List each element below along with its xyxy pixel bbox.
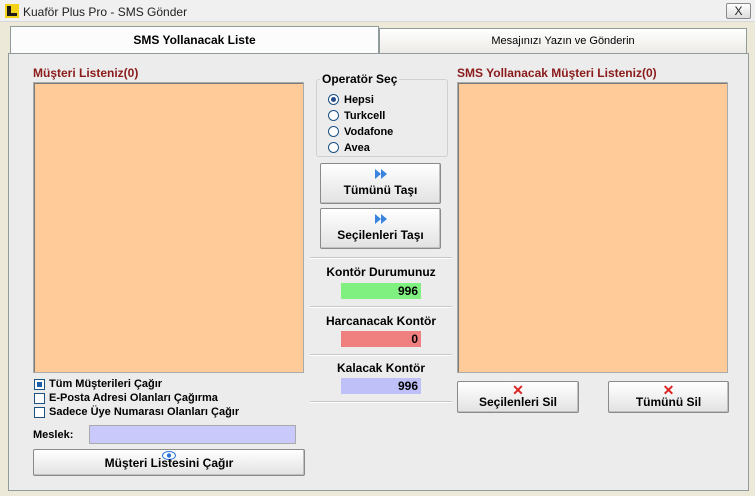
radio-hepsi[interactable]: [328, 94, 339, 105]
divider: [310, 257, 452, 259]
checkbox-exclude-email[interactable]: [34, 393, 45, 404]
radio-hepsi-label: Hepsi: [344, 94, 374, 106]
credit-remaining-label: Kalacak Kontör: [336, 361, 426, 375]
credit-status-value: 996: [341, 283, 421, 299]
window-title: Kuaför Plus Pro - SMS Gönder: [23, 5, 188, 19]
move-selected-button[interactable]: Seçilenleri Taşı: [320, 208, 441, 249]
checkbox-exclude-email-label: E-Posta Adresi Olanları Çağırma: [49, 392, 218, 404]
load-customer-list-label: Müşteri Listesini Çağır: [104, 456, 234, 470]
checkbox-all-customers[interactable]: [34, 379, 45, 390]
load-customer-list-button[interactable]: Müşteri Listesini Çağır: [33, 449, 305, 476]
move-all-button[interactable]: Tümünü Taşı: [320, 163, 441, 204]
customer-list-title: Müşteri Listeniz(0): [33, 66, 139, 80]
radio-turkcell-label: Turkcell: [344, 110, 386, 122]
checkbox-member-number-only[interactable]: [34, 407, 45, 418]
radio-avea[interactable]: [328, 142, 339, 153]
meslek-label: Meslek:: [33, 429, 74, 441]
operator-group-title: Operatör Seç: [320, 72, 400, 86]
credit-status-label: Kontör Durumunuz: [326, 265, 436, 279]
close-button[interactable]: X: [726, 3, 751, 19]
radio-vodafone-label: Vodafone: [344, 126, 394, 138]
double-chevron-right-icon: [321, 213, 440, 227]
customer-listbox[interactable]: [33, 82, 304, 373]
delete-all-button[interactable]: ✕ Tümünü Sil: [608, 381, 729, 413]
checkbox-all-customers-label: Tüm Müşterileri Çağır: [49, 378, 163, 390]
divider: [310, 401, 452, 403]
app-icon: [5, 4, 19, 18]
credit-remaining-value: 996: [341, 378, 421, 394]
radio-vodafone[interactable]: [328, 126, 339, 137]
tab-sms-list[interactable]: SMS Yollanacak Liste: [10, 26, 379, 53]
sms-recipient-listbox[interactable]: [457, 82, 728, 373]
radio-turkcell[interactable]: [328, 110, 339, 121]
move-all-label: Tümünü Taşı: [343, 183, 418, 197]
meslek-input[interactable]: [89, 425, 296, 444]
divider: [310, 306, 452, 308]
credit-to-spend-label: Harcanacak Kontör: [325, 314, 437, 328]
delete-selected-label: Seçilenleri Sil: [478, 395, 558, 409]
divider: [310, 354, 452, 356]
sms-list-title: SMS Yollanacak Müşteri Listeniz(0): [457, 66, 657, 80]
tab-compose-message[interactable]: Mesajınızı Yazın ve Gönderin: [379, 28, 747, 53]
double-chevron-right-icon: [321, 168, 440, 182]
checkbox-member-number-only-label: Sadece Üye Numarası Olanları Çağır: [49, 406, 240, 418]
radio-avea-label: Avea: [344, 142, 370, 154]
move-selected-label: Seçilenleri Taşı: [337, 228, 424, 242]
delete-all-label: Tümünü Sil: [635, 395, 702, 409]
credit-to-spend-value: 0: [341, 331, 421, 347]
delete-selected-button[interactable]: ✕ Seçilenleri Sil: [457, 381, 579, 413]
